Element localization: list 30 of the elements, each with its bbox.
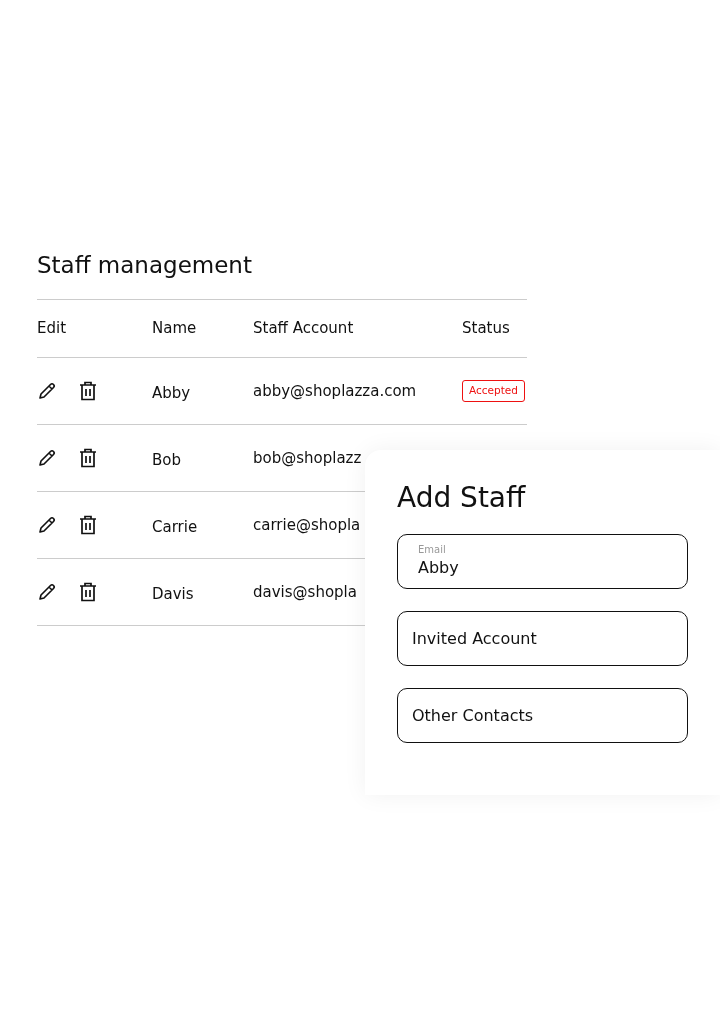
text-field[interactable]: Invited Account — [397, 611, 688, 666]
trash-icon[interactable] — [79, 381, 97, 401]
edit-icon[interactable] — [37, 381, 57, 401]
status-badge: Accepted — [462, 380, 525, 402]
input-field[interactable]: Abby — [418, 555, 668, 580]
account-cell: carrie@shopla — [253, 515, 361, 534]
column-header: Status — [462, 318, 511, 340]
dialog-title: Add Staff — [397, 480, 527, 516]
input-field[interactable]: Other Contacts — [412, 703, 662, 728]
name-cell-text: Carrie — [152, 516, 199, 538]
account-cell: davis@shopla — [253, 582, 357, 601]
edit-icon[interactable] — [37, 448, 57, 468]
column-header: Edit — [37, 318, 68, 340]
input-field[interactable]: Invited Account — [412, 626, 662, 651]
trash-icon[interactable] — [79, 515, 97, 535]
account-cell: bob@shoplazz — [253, 448, 362, 467]
name-cell-text: Davis — [152, 583, 195, 605]
name-cell-text: Abby — [152, 382, 192, 404]
name-cell-text: Bob — [152, 449, 182, 471]
column-header: Name — [152, 318, 198, 340]
trash-icon[interactable] — [79, 448, 97, 468]
text-field[interactable]: Other Contacts — [397, 688, 688, 743]
field-label: Email — [418, 543, 447, 556]
account-cell: abby@shoplazza.com — [253, 381, 417, 400]
column-header: Staff Account — [253, 318, 355, 340]
edit-icon[interactable] — [37, 515, 57, 535]
edit-icon[interactable] — [37, 582, 57, 602]
page-title: Staff management — [37, 251, 253, 280]
text-field[interactable]: Email Abby — [397, 534, 688, 589]
trash-icon[interactable] — [79, 582, 97, 602]
